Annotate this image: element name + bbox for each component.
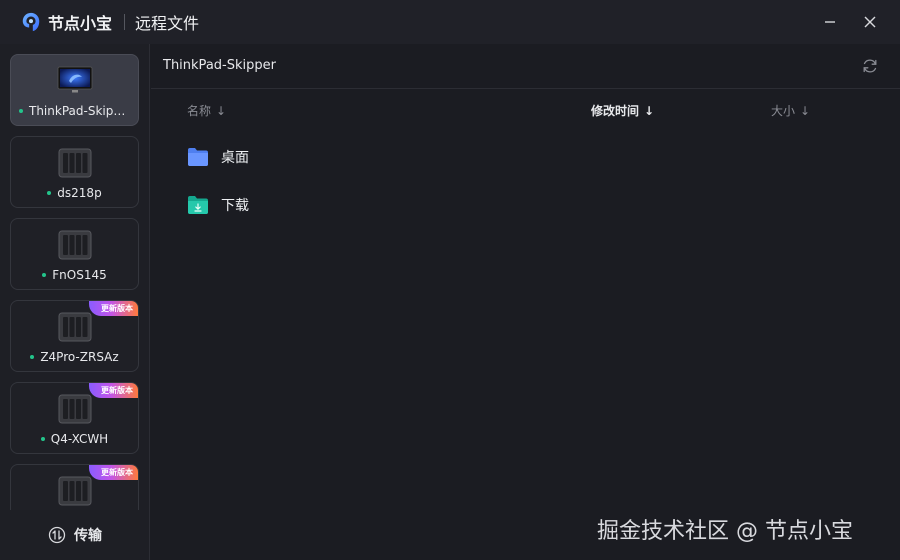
nas-icon (58, 230, 92, 260)
app-name: 节点小宝 (48, 14, 113, 33)
online-status-dot (19, 108, 23, 113)
title-bar: 节点小宝 远程文件 (0, 0, 900, 44)
online-status-dot (47, 190, 52, 195)
device-label: FnOS145 (11, 268, 138, 282)
file-browser: ThinkPad-Skipper 名称 ↓ 修改时间 ↓ 大小 ↓ 桌面 下载 (151, 44, 900, 560)
device-card-q4[interactable]: 更新版本 Q4-XCWH (10, 382, 139, 454)
sort-arrow-icon: ↓ (800, 103, 811, 118)
device-label: Z4Pro-ZRSAz (11, 350, 138, 364)
title-separator (124, 14, 126, 30)
app-logo-icon (22, 12, 40, 32)
file-name: 桌面 (221, 150, 249, 166)
device-label: ThinkPad-Skipper (11, 104, 138, 118)
brand: 节点小宝 (20, 10, 112, 34)
watermark: 掘金技术社区 @ 节点小宝 (597, 519, 853, 544)
update-badge[interactable]: 更新版本 (89, 383, 138, 398)
device-card-ds218p[interactable]: ds218p (10, 136, 139, 208)
minimize-button[interactable] (816, 8, 844, 36)
path-bar: ThinkPad-Skipper (151, 44, 900, 89)
update-badge[interactable]: 更新版本 (89, 301, 138, 316)
sort-arrow-icon: ↓ (216, 103, 227, 118)
device-label: ds218p (11, 186, 138, 200)
minimize-icon (825, 21, 835, 23)
update-badge[interactable]: 更新版本 (89, 465, 138, 480)
column-header-size[interactable]: 大小 ↓ (771, 102, 810, 119)
column-header-name[interactable]: 名称 ↓ (187, 102, 226, 119)
window-title: 远程文件 (135, 14, 200, 33)
transfer-label: 传输 (74, 528, 102, 544)
device-sidebar: ThinkPad-Skipper ds218p FnOS145 更新版本 Z4P… (0, 44, 150, 560)
file-name: 下载 (221, 198, 249, 214)
online-status-dot (42, 272, 47, 277)
device-card-fnos145[interactable]: FnOS145 (10, 218, 139, 290)
current-path: ThinkPad-Skipper (163, 58, 276, 73)
transfer-icon (48, 526, 66, 544)
close-button[interactable] (856, 8, 884, 36)
device-card-thinkpad[interactable]: ThinkPad-Skipper (10, 54, 139, 126)
refresh-icon[interactable] (861, 57, 879, 75)
sort-arrow-icon: ↓ (644, 103, 655, 118)
close-icon (864, 16, 876, 28)
nas-icon (58, 476, 92, 506)
file-row[interactable]: 桌面 (181, 139, 881, 175)
device-card-z4pro[interactable]: 更新版本 Z4Pro-ZRSAz (10, 300, 139, 372)
laptop-icon (57, 66, 93, 93)
folder-desktop-icon (188, 148, 208, 166)
folder-download-icon (188, 196, 208, 214)
device-label: Q4-XCWH (11, 432, 138, 446)
nas-icon (58, 148, 92, 178)
column-header-mtime[interactable]: 修改时间 ↓ (591, 102, 654, 119)
file-row[interactable]: 下载 (181, 187, 881, 223)
nas-icon (58, 312, 92, 342)
online-status-dot (30, 354, 35, 359)
nas-icon (58, 394, 92, 424)
device-list: ThinkPad-Skipper ds218p FnOS145 更新版本 Z4P… (0, 44, 150, 510)
transfer-button[interactable]: 传输 (0, 520, 150, 550)
online-status-dot (40, 436, 45, 441)
device-card-partial[interactable]: 更新版本 (10, 464, 139, 510)
